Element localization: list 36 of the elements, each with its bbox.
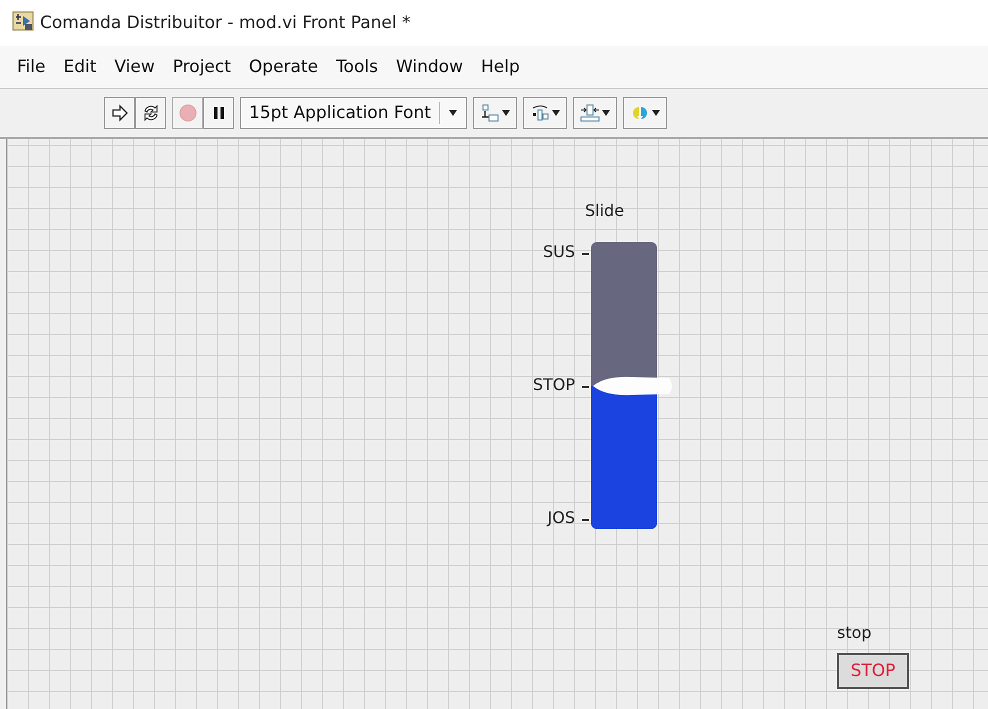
run-continuously-button[interactable] <box>135 97 166 129</box>
run-arrow-icon <box>110 103 130 123</box>
window-title: Comanda Distribuitor - mod.vi Front Panel * <box>40 13 410 33</box>
caret-icon <box>552 110 560 116</box>
menu-item[interactable]: Tools <box>329 53 385 81</box>
menu-item[interactable]: Help <box>474 53 527 81</box>
scale-label: STOP <box>532 375 575 394</box>
app-icon <box>12 11 34 31</box>
distribute-button[interactable] <box>522 97 567 129</box>
align-button[interactable] <box>472 97 517 129</box>
tick-mark <box>582 519 589 521</box>
menu-item[interactable]: File <box>10 53 52 81</box>
scale-label: JOS <box>548 508 575 527</box>
tick-mark <box>582 386 589 388</box>
resize-objects-icon <box>580 103 600 123</box>
font-dropdown[interactable]: 15pt Application Font <box>240 97 467 129</box>
menu-item[interactable]: View <box>107 53 162 81</box>
stop-circle-icon <box>178 103 198 123</box>
scale-label: SUS <box>542 242 575 261</box>
slider-track[interactable] <box>591 242 657 529</box>
caret-icon <box>448 109 458 117</box>
resize-button[interactable] <box>572 97 617 129</box>
menu-item[interactable]: Operate <box>242 53 326 81</box>
caret-icon <box>652 110 660 116</box>
caret-icon <box>502 110 510 116</box>
caret-icon <box>602 110 610 116</box>
menu-item[interactable]: Project <box>166 53 238 81</box>
tick-mark <box>582 253 589 255</box>
slider-label: Slide <box>585 201 624 220</box>
menu-item[interactable]: Edit <box>56 53 104 81</box>
run-button[interactable] <box>104 97 135 129</box>
reorder-button[interactable] <box>622 97 667 129</box>
pause-button[interactable] <box>203 97 234 129</box>
menu-item[interactable]: Window <box>388 53 470 81</box>
button-label: stop <box>837 623 872 642</box>
align-objects-icon <box>480 103 500 123</box>
